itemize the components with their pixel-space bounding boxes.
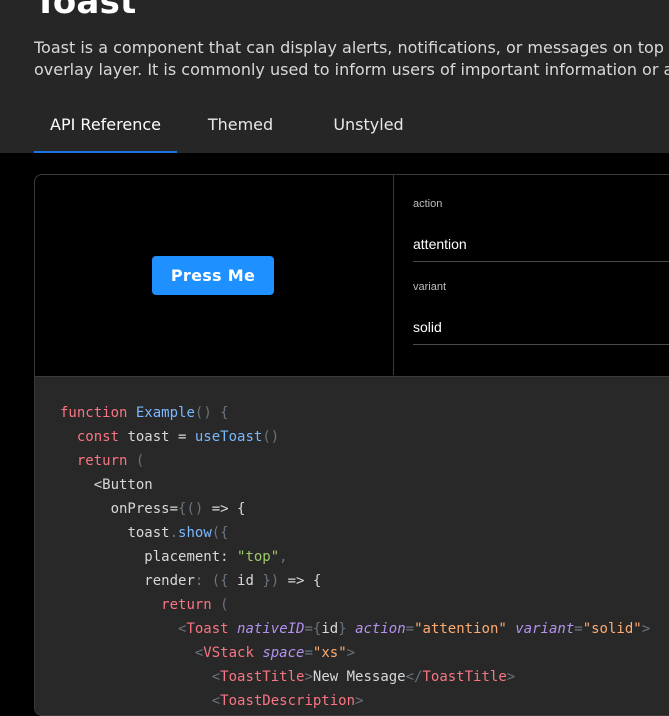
- code-line-13: <ToastDescription>: [211, 693, 364, 709]
- code-line-9: return (: [161, 597, 229, 613]
- code-line-1: function Example() {: [60, 405, 229, 421]
- action-divider: [413, 261, 669, 262]
- code-line-11: <VStack space="xs">: [194, 645, 356, 661]
- code-line-3: return (: [76, 453, 145, 469]
- description-line-2: overlay layer. It is commonly used to in…: [34, 60, 669, 79]
- code-editor[interactable]: function Example() { const toast = useTo…: [35, 376, 669, 715]
- props-controls: action attention variant solid: [413, 175, 669, 375]
- preview-panel: Press Me: [35, 175, 394, 375]
- press-me-button[interactable]: Press Me: [152, 256, 274, 295]
- code-line-4: <Button: [93, 477, 153, 493]
- tab-unstyled[interactable]: Unstyled: [324, 104, 413, 153]
- page-title: Toast: [34, 0, 137, 22]
- code-line-8: render: ({ id }) => {: [144, 573, 322, 589]
- code-line-5: onPress={() => {: [110, 501, 246, 517]
- variant-label: variant: [413, 281, 447, 293]
- action-label: action: [413, 198, 443, 210]
- code-line-10: <Toast nativeID={id} action="attention" …: [178, 621, 651, 637]
- tab-themed[interactable]: Themed: [197, 104, 284, 153]
- variant-divider: [413, 344, 669, 345]
- tab-api-reference[interactable]: API Reference: [34, 104, 177, 153]
- code-line-2: const toast = useToast(): [76, 429, 280, 445]
- description-line-1: Toast is a component that can display al…: [34, 38, 664, 57]
- code-line-12: <ToastTitle>New Message</ToastTitle>: [211, 669, 516, 685]
- page-header: Toast Toast is a component that can disp…: [0, 0, 669, 153]
- example-card: Press Me action attention variant solid …: [34, 174, 669, 716]
- code-line-7: placement: "top",: [144, 549, 288, 565]
- page-description: Toast is a component that can display al…: [34, 37, 669, 81]
- active-tab-indicator: [34, 151, 177, 153]
- action-select[interactable]: attention: [413, 236, 467, 252]
- code-line-6: toast.show({: [127, 525, 229, 541]
- variant-select[interactable]: solid: [413, 319, 442, 335]
